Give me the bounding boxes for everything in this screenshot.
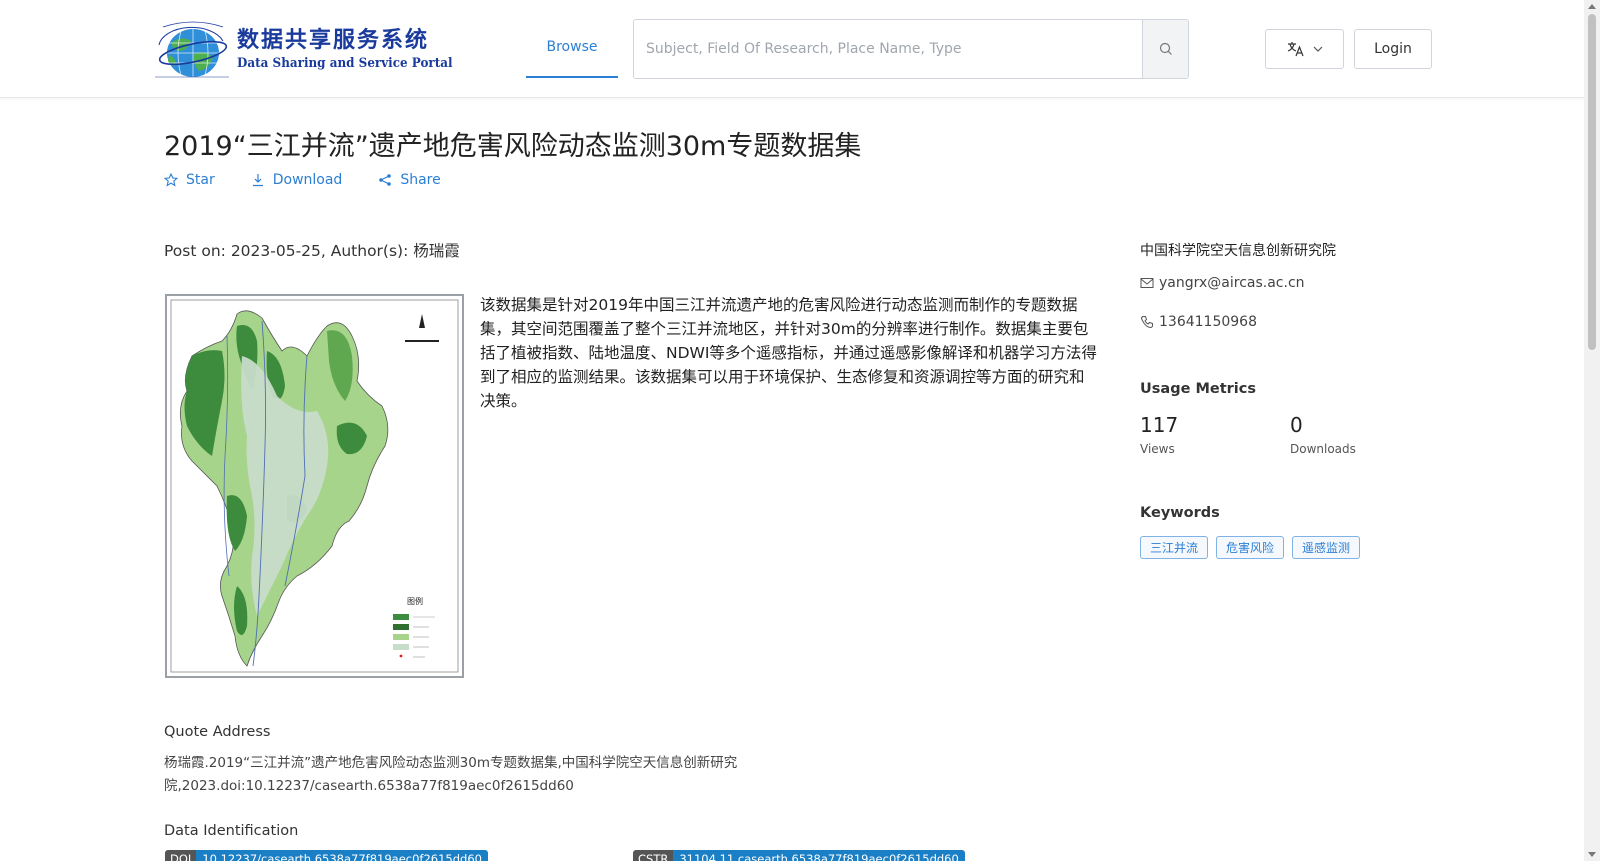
search-button[interactable] — [1142, 20, 1188, 78]
dataset-description: 该数据集是针对2019年中国三江并流遗产地的危害风险进行动态监测而制作的专题数据… — [480, 296, 1097, 410]
download-label: Download — [272, 172, 343, 188]
keyword-tag[interactable]: 遥感监测 — [1292, 536, 1361, 559]
downloads-label: Downloads — [1290, 442, 1356, 456]
scroll-down-arrow-icon[interactable] — [1588, 852, 1596, 857]
doi-badge-key: DOI — [165, 850, 197, 861]
dataset-actions: Star Download Share — [164, 172, 477, 188]
logo-english-title: Data Sharing and Service Portal — [237, 56, 453, 71]
logo-chinese-title: 数据共享服务系统 — [237, 28, 430, 53]
doi-badge-value: 10.12237/casearth.6538a77f819aec0f2615dd… — [196, 850, 488, 861]
language-switch-button[interactable] — [1265, 29, 1344, 69]
keywords-heading: Keywords — [1140, 505, 1220, 521]
organization-name: 中国科学院空天信息创新研究院 — [1140, 243, 1336, 259]
contact-email[interactable]: yangrx@aircas.ac.cn — [1140, 275, 1305, 291]
star-button[interactable]: Star — [164, 172, 215, 188]
login-button[interactable]: Login — [1354, 29, 1432, 69]
page-scrollbar[interactable] — [1584, 0, 1600, 861]
top-header: 数据共享服务系统 Data Sharing and Service Portal… — [0, 0, 1584, 98]
search-input[interactable] — [634, 20, 1142, 78]
download-button[interactable]: Download — [251, 172, 343, 188]
post-info: Post on: 2023-05-25, Author(s): 杨瑞霞 — [164, 242, 460, 260]
phone-text: 13641150968 — [1159, 314, 1257, 330]
usage-metrics-heading: Usage Metrics — [1140, 381, 1256, 397]
keyword-tag[interactable]: 三江并流 — [1140, 536, 1209, 559]
map-legend-title: 图例 — [407, 596, 423, 606]
views-label: Views — [1140, 442, 1175, 456]
search-bar — [633, 19, 1189, 79]
dataset-thumbnail-map[interactable]: 图例 — [165, 294, 464, 678]
globe-logo-icon — [153, 21, 231, 79]
dataset-title: 2019“三江并流”遗产地危害风险动态监测30m专题数据集 — [164, 131, 862, 162]
share-button[interactable]: Share — [378, 172, 441, 188]
share-icon — [379, 174, 392, 186]
cstr-badge-key: CSTR — [633, 850, 674, 861]
quote-address-label: Quote Address — [164, 724, 271, 740]
quote-address-text: 杨瑞霞.2019“三江并流”遗产地危害风险动态监测30m专题数据集,中国科学院空… — [164, 755, 738, 794]
doi-badge[interactable]: DOI 10.12237/casearth.6538a77f819aec0f26… — [165, 850, 488, 861]
mail-icon — [1140, 278, 1154, 288]
keyword-tag[interactable]: 危害风险 — [1216, 536, 1285, 559]
cstr-badge[interactable]: CSTR 31104.11.casearth.6538a77f819aec0f2… — [633, 850, 965, 861]
views-count: 117 — [1140, 413, 1179, 437]
chevron-down-icon — [1313, 46, 1322, 52]
logo-text: 数据共享服务系统 Data Sharing and Service Portal — [237, 27, 471, 73]
search-icon — [1159, 42, 1172, 55]
cstr-badge-value: 31104.11.casearth.6538a77f819aec0f2615dd… — [673, 850, 965, 861]
download-icon — [252, 174, 263, 187]
contact-phone: 13641150968 — [1140, 314, 1257, 330]
site-logo[interactable]: 数据共享服务系统 Data Sharing and Service Portal — [153, 20, 453, 80]
email-text: yangrx@aircas.ac.cn — [1159, 275, 1305, 291]
share-label: Share — [400, 172, 441, 188]
downloads-count: 0 — [1290, 413, 1303, 437]
star-icon — [164, 173, 178, 187]
phone-icon — [1140, 316, 1153, 329]
scroll-up-arrow-icon[interactable] — [1588, 4, 1596, 9]
translate-icon — [1287, 42, 1304, 57]
scroll-thumb[interactable] — [1588, 14, 1596, 350]
nav-browse-tab[interactable]: Browse — [526, 18, 618, 78]
star-label: Star — [186, 172, 215, 188]
data-identification-label: Data Identification — [164, 823, 299, 839]
